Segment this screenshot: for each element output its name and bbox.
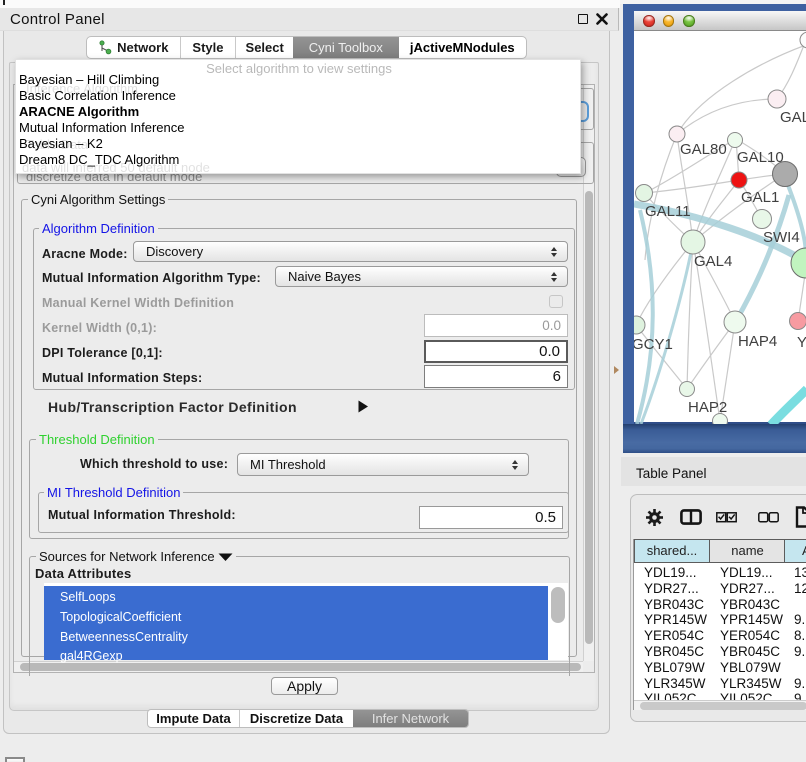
- svg-text:Y: Y: [797, 334, 806, 351]
- svg-text:GCY1: GCY1: [634, 336, 673, 353]
- svg-text:GAL: GAL: [780, 109, 806, 126]
- svg-text:HAP2: HAP2: [688, 399, 727, 416]
- svg-text:GAL11: GAL11: [645, 203, 691, 220]
- svg-text:GAL80: GAL80: [680, 141, 727, 158]
- svg-text:SWI4: SWI4: [763, 229, 800, 246]
- svg-text:GAL4: GAL4: [694, 253, 732, 270]
- svg-text:GAL10: GAL10: [737, 149, 784, 166]
- svg-text:GAL1: GAL1: [741, 189, 779, 206]
- svg-text:HAP4: HAP4: [738, 333, 777, 350]
